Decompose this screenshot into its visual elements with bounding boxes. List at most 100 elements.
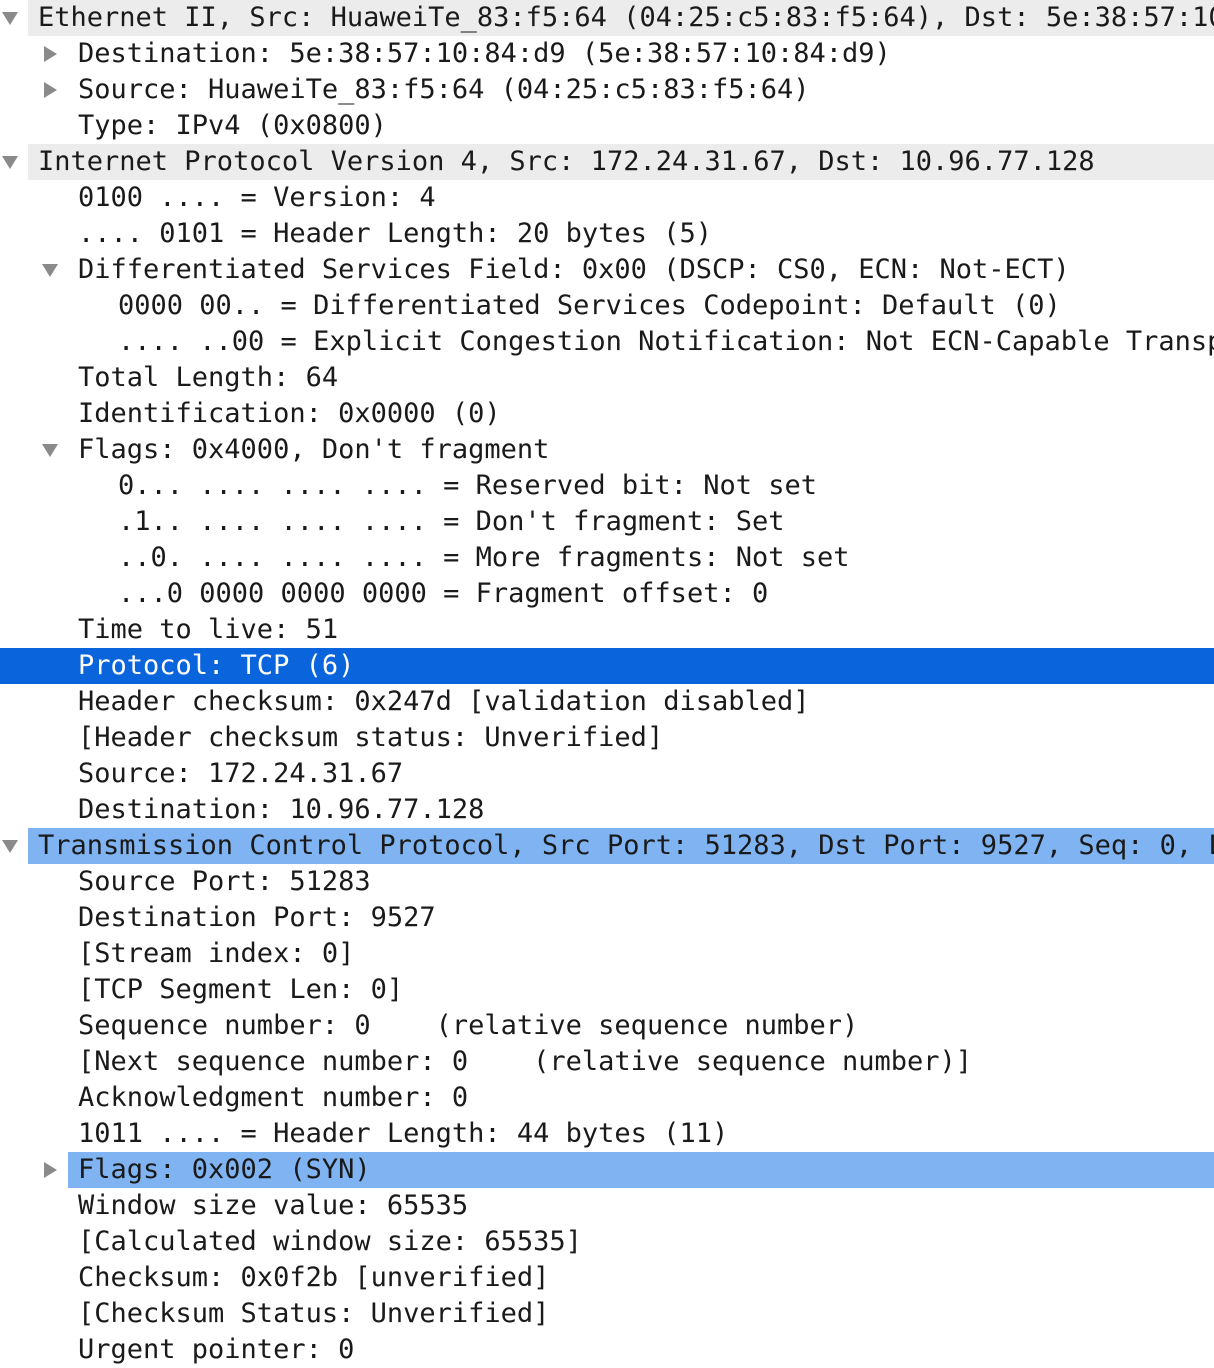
toggle-spacer [40, 1080, 60, 1116]
triangle-right-icon[interactable] [40, 72, 60, 108]
tree-row[interactable]: .... ..00 = Explicit Congestion Notifica… [0, 324, 1214, 360]
tree-row[interactable]: [Header checksum status: Unverified] [0, 720, 1214, 756]
tree-row-label: Protocol: TCP (6) [78, 650, 355, 681]
toggle-spacer [40, 360, 60, 396]
tree-row-label: 1011 .... = Header Length: 44 bytes (11) [78, 1118, 729, 1149]
tree-row[interactable]: Type: IPv4 (0x0800) [0, 108, 1214, 144]
tree-row[interactable]: ..0. .... .... .... = More fragments: No… [0, 540, 1214, 576]
tree-row[interactable]: Flags: 0x4000, Don't fragment [0, 432, 1214, 468]
toggle-spacer [40, 1224, 60, 1260]
tree-row-label: 0000 00.. = Differentiated Services Code… [118, 290, 1061, 321]
tree-row[interactable]: Time to live: 51 [0, 612, 1214, 648]
triangle-down-shape [2, 839, 18, 853]
tree-row[interactable]: Sequence number: 0 (relative sequence nu… [0, 1008, 1214, 1044]
toggle-spacer [40, 1296, 60, 1332]
tree-row-label: Destination: 5e:38:57:10:84:d9 (5e:38:57… [78, 38, 891, 69]
tree-row[interactable]: Internet Protocol Version 4, Src: 172.24… [0, 144, 1214, 180]
toggle-spacer [40, 1044, 60, 1080]
tree-row[interactable]: Destination: 10.96.77.128 [0, 792, 1214, 828]
tree-row[interactable]: [Calculated window size: 65535] [0, 1224, 1214, 1260]
triangle-down-icon[interactable] [40, 432, 60, 468]
toggle-spacer [40, 972, 60, 1008]
toggle-spacer [40, 612, 60, 648]
tree-row-label: Source Port: 51283 [78, 866, 371, 897]
toggle-spacer [40, 684, 60, 720]
triangle-right-icon[interactable] [40, 36, 60, 72]
tree-row[interactable]: Window size value: 65535 [0, 1188, 1214, 1224]
tree-row[interactable]: Source: 172.24.31.67 [0, 756, 1214, 792]
tree-row[interactable]: Flags: 0x002 (SYN) [0, 1152, 1214, 1188]
toggle-spacer [40, 936, 60, 972]
tree-row[interactable]: Source: HuaweiTe_83:f5:64 (04:25:c5:83:f… [0, 72, 1214, 108]
triangle-down-shape [2, 155, 18, 169]
toggle-spacer [40, 396, 60, 432]
tree-row-label: Time to live: 51 [78, 614, 339, 645]
tree-row-label: 0... .... .... .... = Reserved bit: Not … [118, 470, 817, 501]
tree-row[interactable]: Destination: 5e:38:57:10:84:d9 (5e:38:57… [0, 36, 1214, 72]
tree-row-label: Type: IPv4 (0x0800) [78, 110, 387, 141]
toggle-spacer [80, 576, 100, 612]
triangle-down-icon[interactable] [0, 0, 20, 36]
tree-row-label: Ethernet II, Src: HuaweiTe_83:f5:64 (04:… [28, 0, 1214, 36]
toggle-spacer [80, 288, 100, 324]
tree-row[interactable]: Protocol: TCP (6) [0, 648, 1214, 684]
toggle-spacer [40, 1116, 60, 1152]
toggle-spacer [40, 180, 60, 216]
tree-row-label: Internet Protocol Version 4, Src: 172.24… [28, 144, 1214, 180]
tree-row-label: .... 0101 = Header Length: 20 bytes (5) [78, 218, 712, 249]
tree-row[interactable]: [Next sequence number: 0 (relative seque… [0, 1044, 1214, 1080]
tree-row-label: [TCP Segment Len: 0] [78, 974, 404, 1005]
toggle-spacer [40, 1188, 60, 1224]
tree-row[interactable]: 0... .... .... .... = Reserved bit: Not … [0, 468, 1214, 504]
toggle-spacer [40, 1008, 60, 1044]
tree-row[interactable]: Header checksum: 0x247d [validation disa… [0, 684, 1214, 720]
tree-row[interactable]: .... 0101 = Header Length: 20 bytes (5) [0, 216, 1214, 252]
tree-row-label: .1.. .... .... .... = Don't fragment: Se… [118, 506, 785, 537]
tree-row[interactable]: Urgent pointer: 0 [0, 1332, 1214, 1368]
tree-row[interactable]: Checksum: 0x0f2b [unverified] [0, 1260, 1214, 1296]
tree-row-label: Flags: 0x002 (SYN) [68, 1152, 1214, 1188]
triangle-down-icon[interactable] [0, 828, 20, 864]
tree-row[interactable]: 1011 .... = Header Length: 44 bytes (11) [0, 1116, 1214, 1152]
triangle-down-icon[interactable] [40, 252, 60, 288]
tree-row-label: [Checksum Status: Unverified] [78, 1298, 550, 1329]
toggle-spacer [40, 864, 60, 900]
tree-row-label: Differentiated Services Field: 0x00 (DSC… [78, 254, 1070, 285]
tree-row-label: Transmission Control Protocol, Src Port:… [28, 828, 1214, 864]
triangle-down-shape [42, 443, 58, 457]
tree-row[interactable]: [TCP Segment Len: 0] [0, 972, 1214, 1008]
tree-row-label: [Next sequence number: 0 (relative seque… [78, 1046, 973, 1077]
triangle-down-shape [42, 263, 58, 277]
tree-row[interactable]: 0100 .... = Version: 4 [0, 180, 1214, 216]
tree-row[interactable]: ...0 0000 0000 0000 = Fragment offset: 0 [0, 576, 1214, 612]
toggle-spacer [80, 324, 100, 360]
tree-row[interactable]: Differentiated Services Field: 0x00 (DSC… [0, 252, 1214, 288]
tree-row[interactable]: Source Port: 51283 [0, 864, 1214, 900]
tree-row-label: Destination: 10.96.77.128 [78, 794, 485, 825]
tree-row-label: Checksum: 0x0f2b [unverified] [78, 1262, 550, 1293]
tree-row[interactable]: Destination Port: 9527 [0, 900, 1214, 936]
tree-row-label: Acknowledgment number: 0 [78, 1082, 469, 1113]
tree-row-label: Source: HuaweiTe_83:f5:64 (04:25:c5:83:f… [78, 74, 810, 105]
tree-row[interactable]: Acknowledgment number: 0 [0, 1080, 1214, 1116]
tree-row[interactable]: 0000 00.. = Differentiated Services Code… [0, 288, 1214, 324]
triangle-down-icon[interactable] [0, 144, 20, 180]
toggle-spacer [40, 108, 60, 144]
tree-row[interactable]: .1.. .... .... .... = Don't fragment: Se… [0, 504, 1214, 540]
tree-row[interactable]: Ethernet II, Src: HuaweiTe_83:f5:64 (04:… [0, 0, 1214, 36]
toggle-spacer [40, 756, 60, 792]
tree-row[interactable]: Transmission Control Protocol, Src Port:… [0, 828, 1214, 864]
tree-row-label: 0100 .... = Version: 4 [78, 182, 436, 213]
tree-row[interactable]: Identification: 0x0000 (0) [0, 396, 1214, 432]
triangle-right-icon[interactable] [40, 1152, 60, 1188]
toggle-spacer [40, 1332, 60, 1368]
tree-row-label: [Header checksum status: Unverified] [78, 722, 664, 753]
tree-row-label: .... ..00 = Explicit Congestion Notifica… [118, 326, 1214, 357]
toggle-spacer [40, 900, 60, 936]
tree-row[interactable]: Total Length: 64 [0, 360, 1214, 396]
tree-row-label: ...0 0000 0000 0000 = Fragment offset: 0 [118, 578, 769, 609]
tree-row[interactable]: [Stream index: 0] [0, 936, 1214, 972]
tree-row-label: Destination Port: 9527 [78, 902, 436, 933]
tree-row[interactable]: [Checksum Status: Unverified] [0, 1296, 1214, 1332]
tree-row-label: [Calculated window size: 65535] [78, 1226, 582, 1257]
